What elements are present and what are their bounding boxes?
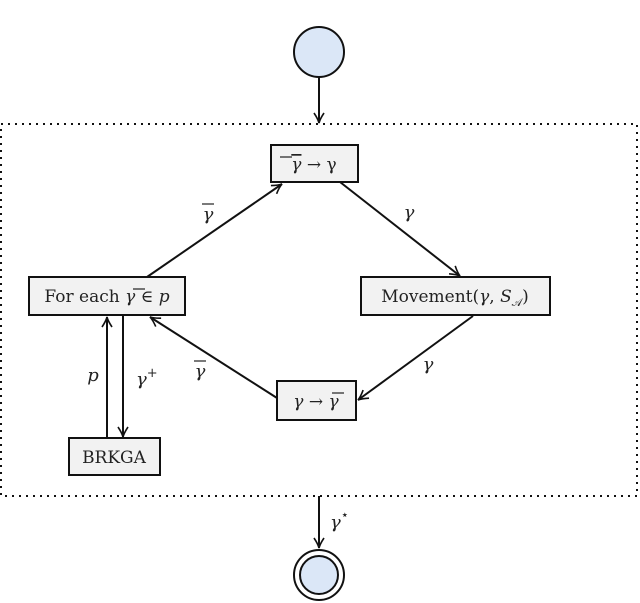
edge-decode-to-movement: [339, 181, 461, 277]
flow-diagram: γ → γ For each γ ∈ p Movement(γ, S𝒜) γ →…: [0, 26, 638, 601]
node-for-each-label: For each γ ∈ p: [44, 287, 169, 307]
edge-label-movement-to-encode: γ: [423, 354, 434, 375]
node-decode: γ → γ: [270, 144, 359, 183]
node-brkga: BRKGA: [68, 437, 161, 476]
edge-label-encode-to-foreach: γ: [195, 361, 206, 382]
node-brkga-label: BRKGA: [82, 448, 147, 468]
edge-label-decode-to-movement: γ: [404, 202, 415, 223]
end-state-inner: [299, 555, 339, 595]
edge-movement-to-encode: [357, 315, 474, 401]
end-state: [293, 549, 345, 601]
edge-encode-to-foreach: [149, 316, 278, 399]
edge-label-foreach-to-brkga: γ+: [136, 366, 158, 390]
edge-label-brkga-to-foreach: p: [87, 365, 99, 386]
node-for-each: For each γ ∈ p: [28, 276, 186, 316]
start-state: [293, 26, 345, 78]
node-movement: Movement(γ, S𝒜): [360, 276, 551, 316]
edge-label-frame-to-end: γ⋆: [330, 508, 349, 533]
node-decode-label: γ → γ: [291, 155, 336, 175]
node-encode-label: γ → γ: [293, 392, 339, 412]
edge-label-foreach-to-decode: γ: [203, 204, 214, 225]
node-encode: γ → γ: [276, 380, 357, 421]
edge-foreach-to-decode: [146, 183, 283, 278]
node-movement-label: Movement(γ, S𝒜): [381, 287, 529, 309]
